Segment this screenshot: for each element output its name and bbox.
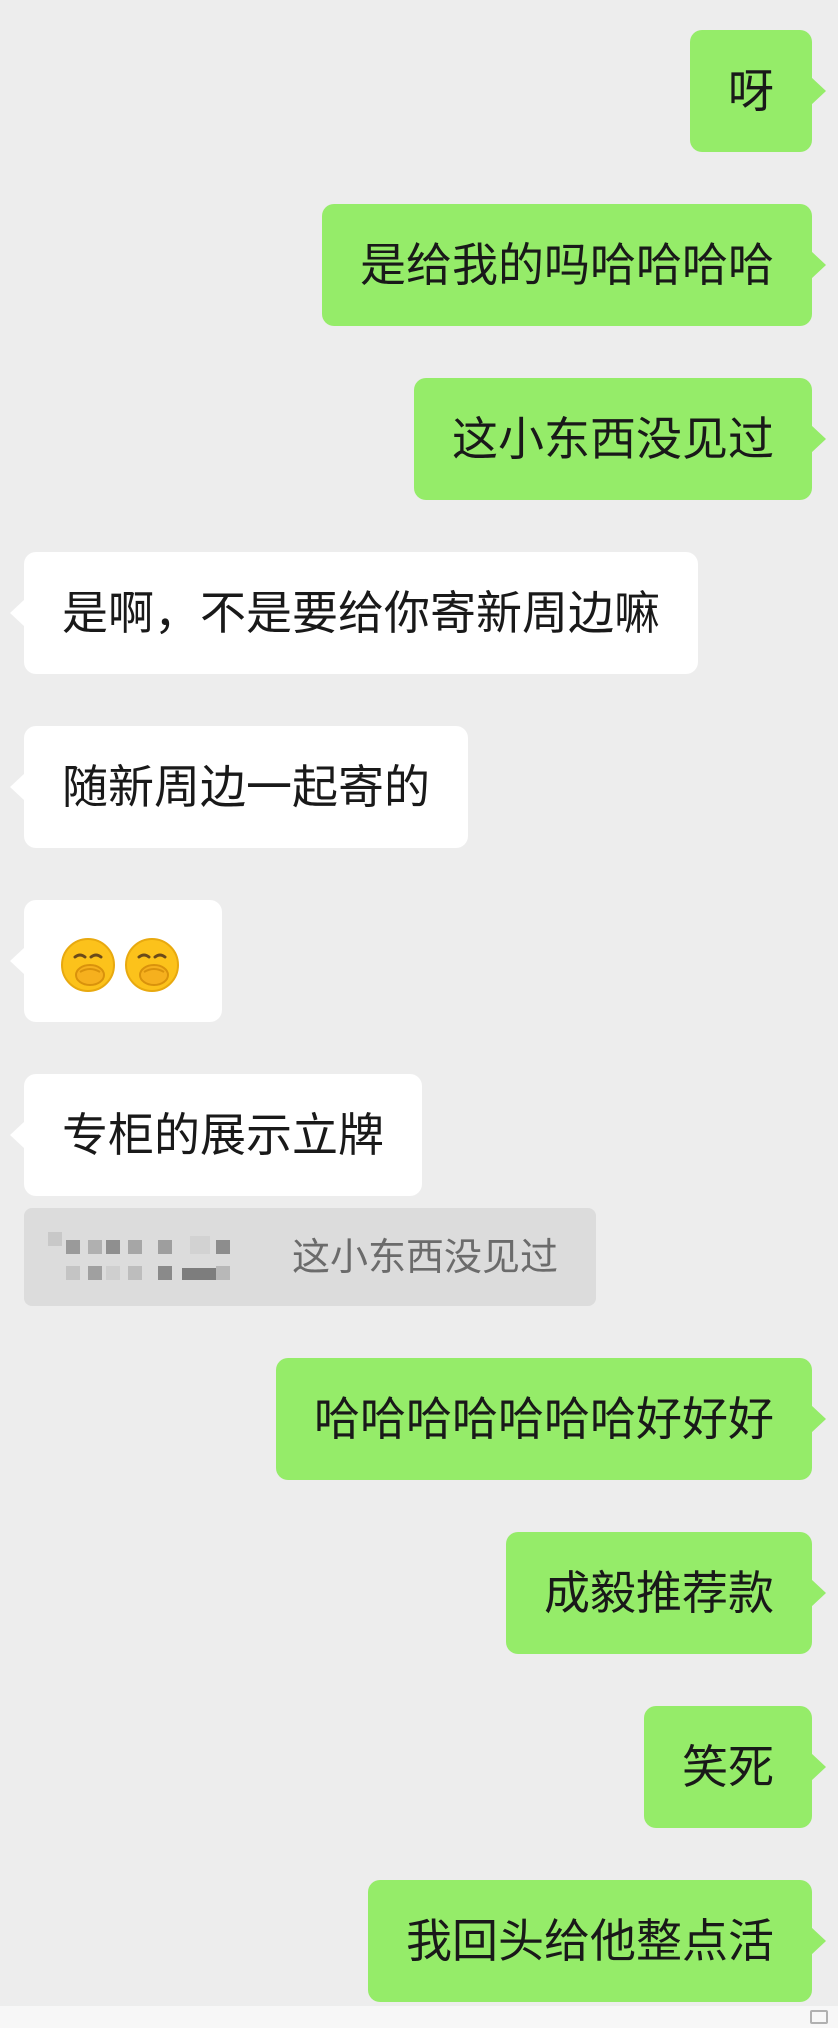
message-text: 呀 — [728, 64, 774, 118]
message-text: 哈哈哈哈哈哈哈好好好 — [314, 1392, 774, 1446]
message-bubble-outgoing[interactable]: 哈哈哈哈哈哈哈好好好 — [276, 1358, 826, 1480]
quoted-message[interactable]: 这小东西没见过 — [24, 1208, 596, 1306]
message-bubble-incoming[interactable] — [10, 900, 222, 1022]
message-text: 是给我的吗哈哈哈哈 — [360, 238, 774, 292]
message-text: 我回头给他整点活 — [406, 1914, 774, 1968]
hand-over-mouth-face-icon — [124, 937, 180, 993]
message-text: 成毅推荐款 — [544, 1566, 774, 1620]
message-bubble-outgoing[interactable]: 是给我的吗哈哈哈哈 — [322, 204, 826, 326]
message-bubble-outgoing[interactable]: 这小东西没见过 — [414, 378, 826, 500]
message-text: 是啊，不是要给你寄新周边嘛 — [62, 586, 660, 640]
message-text: 专柜的展示立牌 — [62, 1108, 384, 1162]
message-bubble-outgoing[interactable]: 成毅推荐款 — [506, 1532, 826, 1654]
keyboard-icon[interactable] — [810, 2010, 828, 2024]
message-bubble-incoming[interactable]: 随新周边一起寄的 — [10, 726, 468, 848]
message-text: 这小东西没见过 — [452, 412, 774, 466]
message-bubble-outgoing[interactable]: 笑死 — [644, 1706, 826, 1828]
message-bubble-outgoing[interactable]: 呀 — [690, 30, 826, 152]
message-text: 随新周边一起寄的 — [62, 760, 430, 814]
message-bubble-outgoing[interactable]: 我回头给他整点活 — [368, 1880, 826, 2002]
quoted-message-text: 这小东西没见过 — [292, 1235, 559, 1279]
bottom-bar — [0, 2006, 838, 2028]
message-bubble-incoming[interactable]: 专柜的展示立牌 — [10, 1074, 422, 1196]
hand-over-mouth-face-icon — [60, 937, 116, 993]
message-text: 笑死 — [682, 1740, 774, 1794]
message-bubble-incoming[interactable]: 是啊，不是要给你寄新周边嘛 — [10, 552, 698, 674]
pixelated-name-icon — [42, 1228, 272, 1288]
